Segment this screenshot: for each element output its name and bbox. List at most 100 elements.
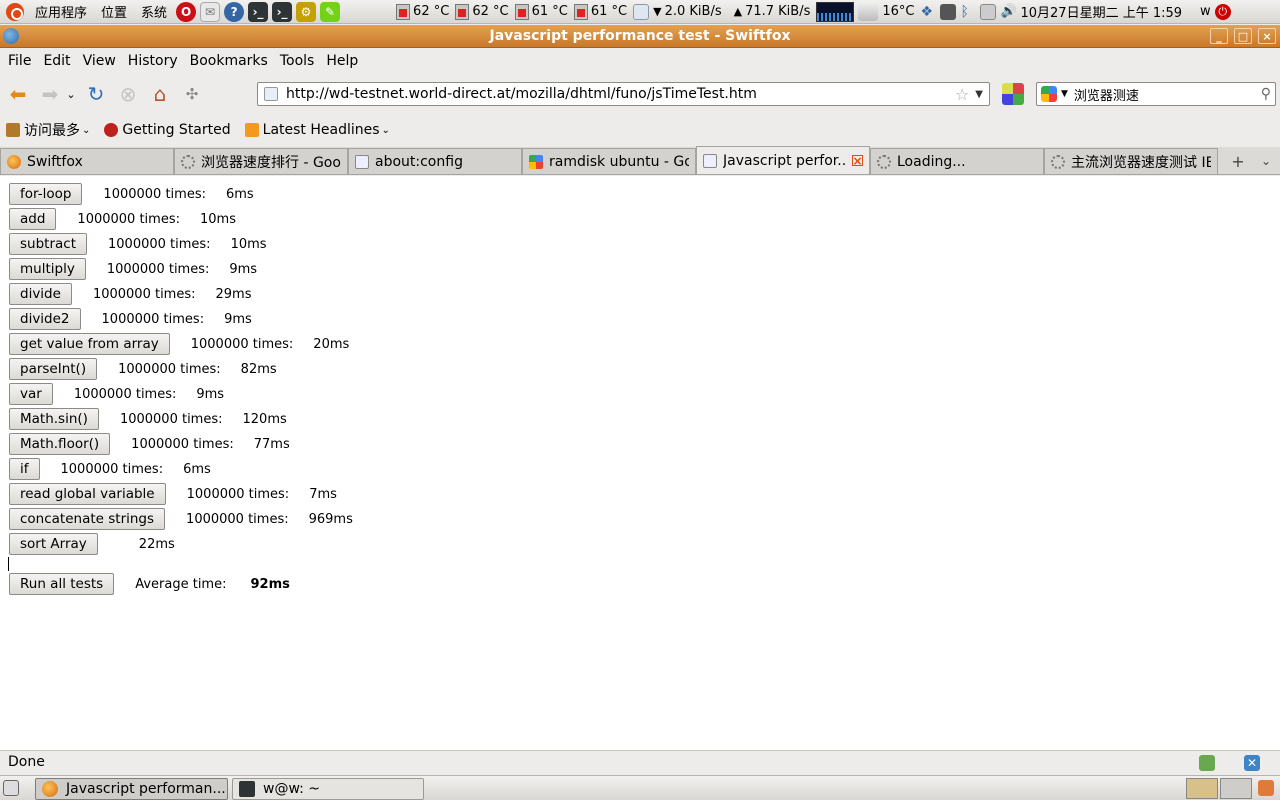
taskbar-item-terminal[interactable]: w@w: ~ [232, 778, 424, 800]
math-floor-button[interactable]: Math.floor() [9, 433, 111, 455]
terminal-launcher-icon[interactable]: ›_ [248, 1, 269, 22]
run-all-tests-button[interactable]: Run all tests [9, 573, 115, 595]
cpu-temp-4[interactable]: 61 °C [573, 3, 627, 20]
divide-button[interactable]: divide [9, 283, 72, 305]
bookmark-getting-started[interactable]: Getting Started [104, 122, 231, 138]
multiply-button[interactable]: multiply [9, 258, 86, 280]
for-loop-button[interactable]: for-loop [9, 183, 83, 205]
cpu-temp-1[interactable]: 62 °C [396, 3, 449, 20]
settings-launcher-icon[interactable]: ⚙ [296, 1, 317, 22]
tab-list-chevron-icon[interactable]: ⌄ [1254, 147, 1278, 175]
terminal2-launcher-icon[interactable]: ›_ [272, 1, 293, 22]
bookmark-star-icon[interactable]: ☆ [955, 85, 969, 104]
search-engine-dropdown-icon[interactable]: ▼ [1061, 89, 1068, 99]
history-dropdown-icon[interactable]: ⌄ [64, 80, 78, 108]
url-text[interactable]: http://wd-testnet.world-direct.at/mozill… [286, 86, 955, 102]
tab-browser-speed-test[interactable]: 主流浏览器速度测试 IE... [1044, 148, 1218, 174]
search-input[interactable]: 浏览器测速 [1074, 85, 1261, 104]
tab-javascript-performance[interactable]: Javascript perfor... × [696, 146, 870, 174]
add-button[interactable]: add [9, 208, 57, 230]
read-global-variable-button[interactable]: read global variable [9, 483, 166, 505]
taskbar-item-browser[interactable]: Javascript performan... [35, 778, 228, 800]
minimize-button[interactable]: _ [1210, 28, 1228, 44]
battery-icon[interactable] [980, 3, 997, 20]
bluetooth-icon[interactable]: ᛒ [960, 4, 976, 20]
tab-about-config[interactable]: about:config [348, 148, 522, 174]
tab-ramdisk-ubuntu[interactable]: ramdisk ubuntu - Go... [522, 148, 696, 174]
url-dropdown-icon[interactable]: ▼ [975, 89, 983, 100]
cpu-temp-3[interactable]: 61 °C [514, 3, 568, 20]
show-desktop-icon[interactable] [3, 780, 19, 796]
bookmark-most-visited[interactable]: 访问最多 ⌄ [6, 120, 90, 140]
forward-button[interactable]: ➡ [36, 80, 64, 108]
back-button[interactable]: ⬅ [4, 80, 32, 108]
sort-array-button[interactable]: sort Array [9, 533, 98, 555]
help-launcher-icon[interactable]: ? [224, 1, 245, 22]
addon-toolbar-icon[interactable]: ✣ [178, 80, 206, 108]
system-load-graph[interactable] [816, 1, 855, 22]
opera-launcher-icon[interactable]: O [176, 1, 197, 22]
workspace-1[interactable] [1186, 778, 1218, 799]
panel-menu-system[interactable]: 系统 [134, 2, 174, 21]
workspace-2[interactable] [1220, 778, 1252, 799]
tab-close-icon[interactable]: × [852, 155, 863, 167]
bookmark-latest-headlines[interactable]: Latest Headlines ⌄ [244, 122, 390, 138]
dropbox-icon[interactable]: ❖ [920, 4, 936, 20]
parseint-button[interactable]: parseInt() [9, 358, 98, 380]
get-value-from-array-button[interactable]: get value from array [9, 333, 170, 355]
stop-button[interactable]: ⊗ [114, 80, 142, 108]
tab-loading[interactable]: Loading... [870, 148, 1044, 174]
ubuntu-logo-icon[interactable] [6, 2, 24, 21]
math-sin-button[interactable]: Math.sin() [9, 408, 99, 430]
trash-icon[interactable] [1258, 780, 1274, 796]
concatenate-strings-button[interactable]: concatenate strings [9, 508, 166, 530]
volume-icon[interactable]: 🔊 [1000, 4, 1016, 20]
editor-launcher-icon[interactable]: ✎ [320, 1, 341, 22]
clock[interactable]: 10月27日星期二 上午 1:59 [1020, 2, 1182, 21]
thermometer-icon [514, 3, 529, 20]
user-name[interactable]: w [1200, 4, 1211, 19]
network-icon[interactable] [940, 3, 957, 20]
menu-tools[interactable]: Tools [274, 53, 321, 69]
power-icon[interactable]: ⏻ [1214, 3, 1231, 20]
var-button[interactable]: var [9, 383, 53, 405]
menu-edit[interactable]: Edit [37, 53, 76, 69]
tab-swiftfox[interactable]: Swiftfox [0, 148, 174, 174]
weather-icon[interactable] [858, 2, 879, 21]
loading-icon [1051, 154, 1065, 169]
menu-bookmarks[interactable]: Bookmarks [184, 53, 274, 69]
subtract-button[interactable]: subtract [9, 233, 87, 255]
panel-menu-applications[interactable]: 应用程序 [28, 2, 94, 21]
loading-icon [877, 154, 891, 169]
menu-history[interactable]: History [122, 53, 184, 69]
home-button[interactable]: ⌂ [146, 80, 174, 108]
if-button[interactable]: if [9, 458, 40, 480]
search-bar[interactable]: ▼ 浏览器测速 ⚲ [1036, 82, 1276, 106]
test-row-multiply: multiply 1000000 times: 9ms [9, 258, 257, 280]
panel-menu-places[interactable]: 位置 [94, 2, 134, 21]
result-value: 9ms [196, 386, 225, 402]
extension-icon[interactable] [1002, 83, 1024, 105]
reload-button[interactable]: ↻ [82, 80, 110, 108]
mail-launcher-icon[interactable]: ✉ [200, 1, 221, 22]
tab-browser-speed-ranking[interactable]: 浏览器速度排行 - Goo... [174, 148, 348, 174]
url-bar[interactable]: http://wd-testnet.world-direct.at/mozill… [257, 82, 990, 106]
new-tab-icon[interactable]: + [1226, 147, 1250, 175]
window-titlebar[interactable]: Javascript performance test - Swiftfox _… [0, 25, 1280, 48]
network-monitor-icon[interactable] [633, 3, 650, 20]
down-arrow-icon: ▼ [653, 5, 662, 18]
google-search-icon[interactable] [1041, 86, 1057, 102]
close-button[interactable]: × [1258, 28, 1276, 44]
status-addon-icon[interactable] [1199, 755, 1215, 771]
menu-help[interactable]: Help [320, 53, 364, 69]
status-x-icon[interactable]: ✕ [1244, 755, 1260, 771]
cpu-temp-2[interactable]: 62 °C [455, 3, 509, 20]
divide2-button[interactable]: divide2 [9, 308, 81, 330]
search-icon[interactable]: ⚲ [1261, 86, 1271, 102]
site-identity-icon[interactable] [264, 87, 278, 101]
swiftfox-icon[interactable] [3, 28, 19, 44]
menu-file[interactable]: File [2, 53, 37, 69]
menu-view[interactable]: View [77, 53, 122, 69]
weather-temp[interactable]: 16°C [882, 4, 914, 19]
maximize-button[interactable]: □ [1234, 28, 1252, 44]
